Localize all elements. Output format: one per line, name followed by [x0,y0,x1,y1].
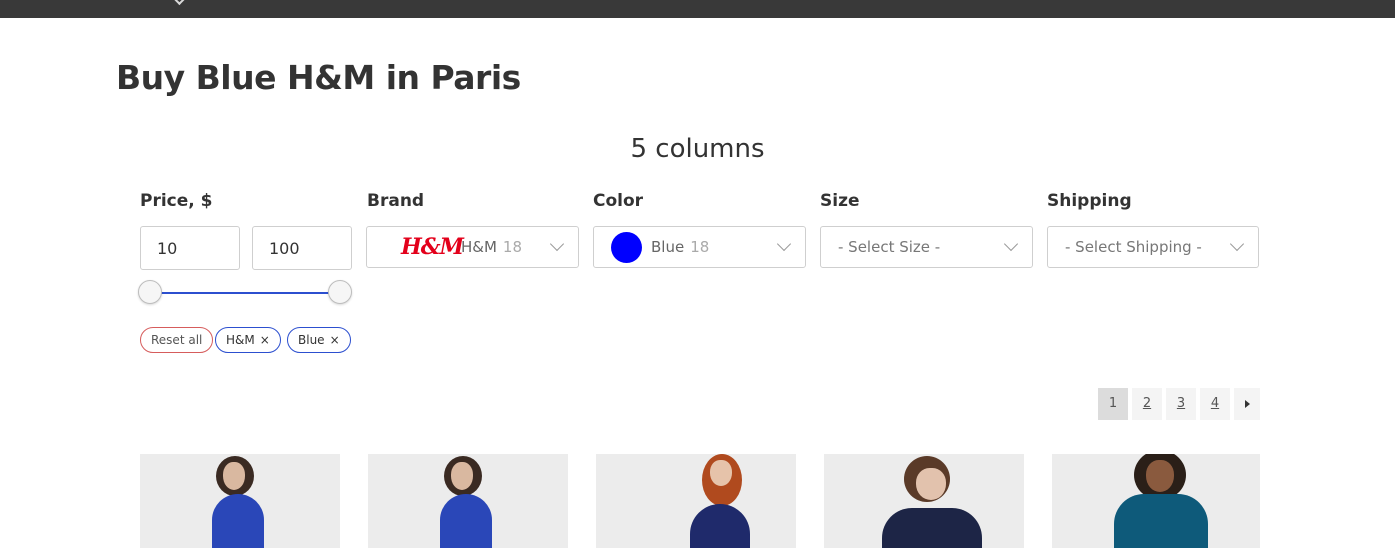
chevron-down-icon [1229,236,1245,252]
hm-logo-icon: H&M [401,234,464,260]
price-max-input[interactable]: 100 [252,226,352,270]
chevron-down-icon [549,236,565,252]
price-range-slider[interactable] [150,292,340,294]
chevron-down-icon[interactable] [170,0,186,6]
product-image [1114,494,1208,548]
caret-right-icon [1245,400,1250,408]
shipping-filter-label: Shipping [1047,191,1132,211]
product-image [212,494,264,548]
brand-selected-value: H&M 18 [461,238,523,256]
color-swatch [611,232,642,263]
page-subtitle: 5 columns [630,134,765,164]
size-filter-label: Size [820,191,860,211]
product-image [1146,460,1174,492]
reset-all-button[interactable]: Reset all [140,327,214,353]
shipping-placeholder: - Select Shipping - [1065,238,1202,256]
product-image [916,468,946,500]
brand-count: 18 [502,238,523,256]
product-image [690,504,750,548]
active-filter-label: Blue [298,333,325,347]
next-page-button[interactable] [1234,388,1260,420]
page-2-button[interactable]: 2 [1132,388,1162,420]
active-filter-hm[interactable]: H&M × [215,327,281,353]
active-filter-label: H&M [226,333,255,347]
product-image [451,462,473,490]
price-max-handle[interactable] [328,280,352,304]
product-image [710,460,732,486]
close-icon[interactable]: × [330,333,340,347]
price-min-input[interactable]: 10 [140,226,240,270]
product-card[interactable] [596,454,796,548]
price-filter-label: Price, $ [140,191,213,211]
product-card[interactable] [368,454,568,548]
brand-filter-label: Brand [367,191,425,211]
product-image [223,462,245,490]
color-count: 18 [690,238,710,256]
price-min-handle[interactable] [138,280,162,304]
chevron-down-icon [776,236,792,252]
product-card[interactable] [1052,454,1260,548]
chevron-down-icon [1003,236,1019,252]
product-image [882,508,982,548]
page-3-button[interactable]: 3 [1166,388,1196,420]
product-image [440,494,492,548]
shipping-select[interactable]: - Select Shipping - [1047,226,1259,268]
size-placeholder: - Select Size - [838,238,941,256]
color-selected-value: Blue 18 [651,238,710,256]
size-select[interactable]: - Select Size - [820,226,1033,268]
product-card[interactable] [824,454,1024,548]
product-card[interactable] [140,454,340,548]
color-filter-label: Color [593,191,644,211]
close-icon[interactable]: × [260,333,270,347]
page-title: Buy Blue H&M in Paris [116,58,521,97]
page-4-button[interactable]: 4 [1200,388,1230,420]
active-filter-blue[interactable]: Blue × [287,327,351,353]
color-select[interactable]: Blue 18 [593,226,806,268]
page-1-button[interactable]: 1 [1098,388,1128,420]
brand-select[interactable]: H&M H&M 18 [366,226,579,268]
top-navigation-bar [0,0,1395,18]
